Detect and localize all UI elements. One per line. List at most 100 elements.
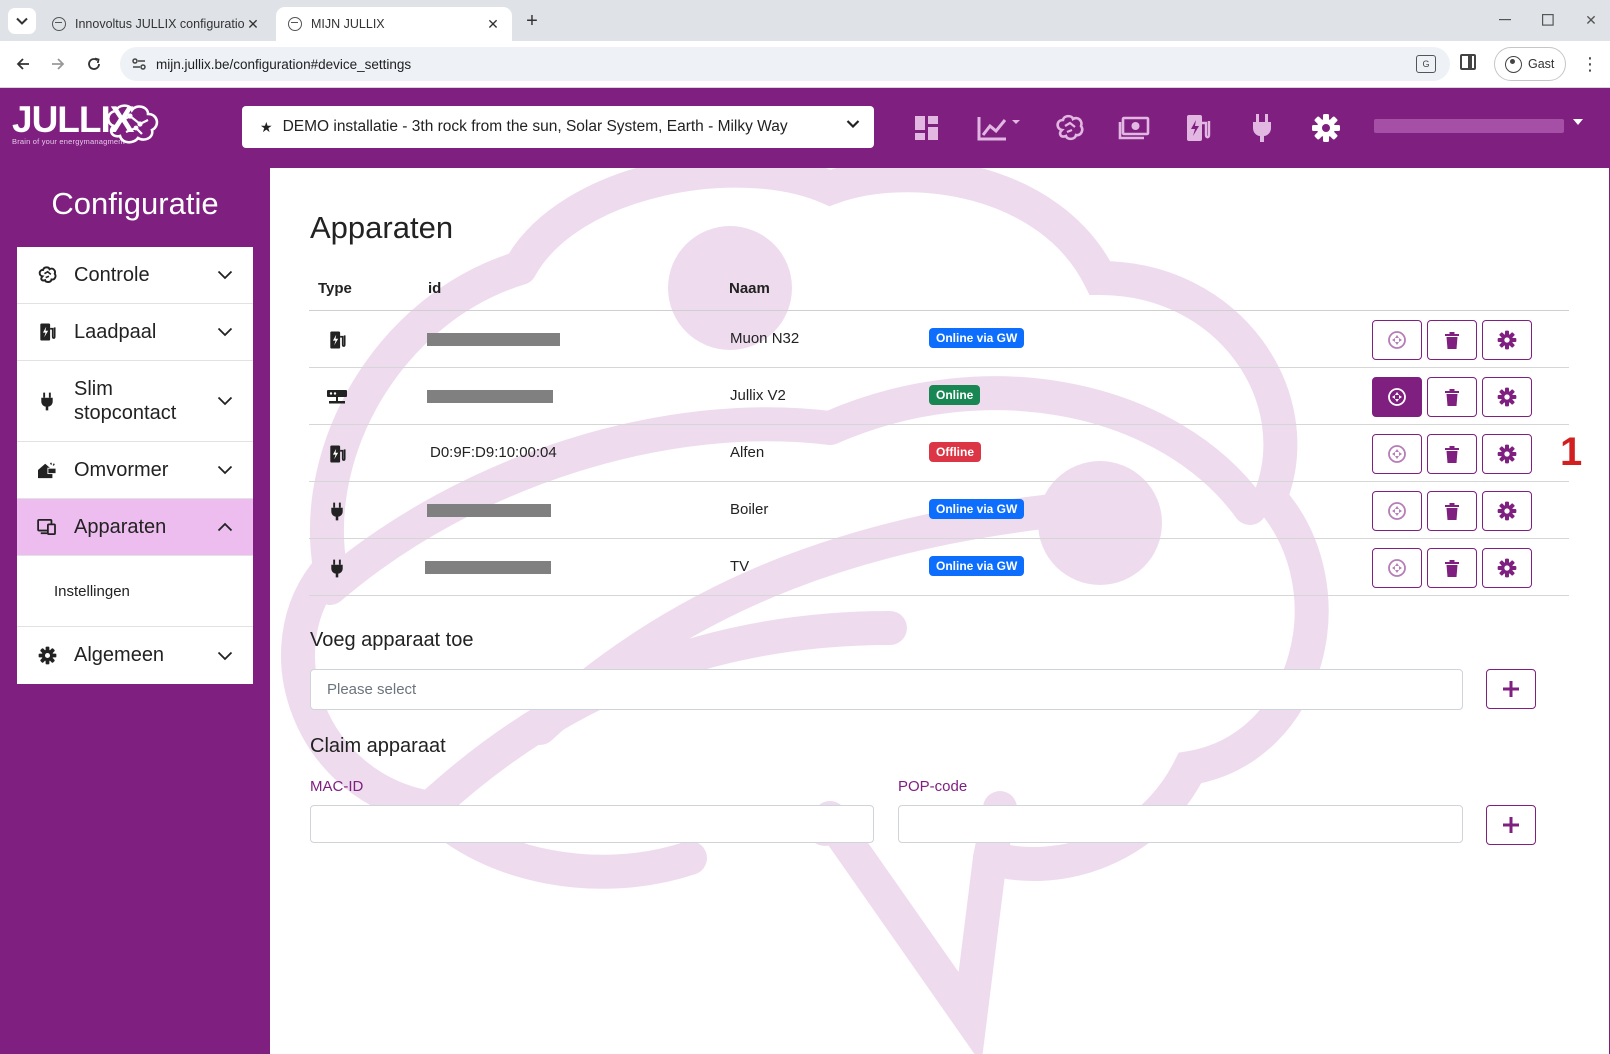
device-settings-button[interactable]: [1482, 548, 1532, 588]
site-settings-icon[interactable]: [131, 56, 147, 72]
locate-device-button[interactable]: [1372, 320, 1422, 360]
sidebar-item-label: Slim stopcontact: [74, 378, 177, 424]
delete-device-button[interactable]: [1427, 377, 1477, 417]
device-settings-button[interactable]: [1482, 320, 1532, 360]
sidebar-item-algemeen[interactable]: Algemeen: [17, 627, 253, 684]
sidebar-item-laadpaal[interactable]: Laadpaal: [17, 304, 253, 361]
charging-station-icon: [327, 330, 347, 350]
forward-button[interactable]: [44, 50, 72, 78]
profile-button[interactable]: Gast: [1494, 47, 1566, 81]
sidebar-item-controle[interactable]: Controle: [17, 247, 253, 304]
solar-home-icon: [37, 460, 57, 480]
device-settings-button[interactable]: [1482, 434, 1532, 474]
address-bar[interactable]: mijn.jullix.be/configuration#device_sett…: [120, 47, 1450, 81]
new-tab-button[interactable]: +: [520, 9, 544, 33]
select-placeholder: Please select: [327, 681, 417, 698]
dashboard-icon[interactable]: [907, 108, 947, 148]
brain-icon: [37, 265, 57, 285]
chevron-down-icon: [217, 327, 233, 337]
sidebar-item-label: Algemeen: [74, 644, 165, 666]
sidebar-item-label: Apparaten: [74, 515, 167, 538]
chevron-up-icon: [217, 522, 233, 532]
crosshair-icon: [1388, 502, 1406, 520]
table-row: D0:9F:D9:10:00:04 Alfen Offline: [309, 425, 1569, 482]
brain-icon[interactable]: [1049, 108, 1089, 148]
mac-id-field[interactable]: [310, 805, 874, 843]
device-settings-button[interactable]: [1482, 377, 1532, 417]
sidebar-item-label: Controle: [74, 263, 150, 286]
delete-device-button[interactable]: [1427, 320, 1477, 360]
charging-station-icon[interactable]: [1178, 108, 1218, 148]
close-tab-icon[interactable]: ✕: [244, 15, 262, 33]
annotation-marker: 1: [1560, 430, 1583, 474]
close-tab-icon[interactable]: ✕: [484, 15, 502, 33]
browser-toolbar: mijn.jullix.be/configuration#device_sett…: [0, 41, 1610, 88]
chevron-down-icon: [217, 651, 233, 660]
chevron-down-icon: [217, 270, 233, 280]
close-window-icon[interactable]: ✕: [1570, 8, 1610, 32]
trash-icon: [1445, 388, 1459, 406]
money-icon[interactable]: [1114, 108, 1154, 148]
chart-icon: [977, 117, 1020, 141]
plug-icon[interactable]: [1242, 108, 1282, 148]
device-name: Jullix V2: [730, 387, 786, 404]
profile-label: Gast: [1528, 57, 1555, 71]
locate-device-button[interactable]: [1372, 548, 1422, 588]
locate-device-button[interactable]: [1372, 377, 1422, 417]
device-name: Muon N32: [730, 330, 800, 347]
minimize-icon[interactable]: [1484, 8, 1526, 32]
column-header-type: Type: [318, 280, 352, 297]
maximize-icon[interactable]: [1527, 8, 1569, 32]
browser-menu-icon[interactable]: ⋮: [1578, 53, 1602, 75]
back-button[interactable]: [9, 50, 37, 78]
delete-device-button[interactable]: [1427, 548, 1477, 588]
trash-icon: [1445, 559, 1459, 577]
delete-device-button[interactable]: [1427, 491, 1477, 531]
star-icon: ★: [260, 118, 273, 135]
add-device-button[interactable]: [1486, 669, 1536, 709]
table-row: TV Online via GW: [309, 539, 1569, 596]
chevron-down-icon: [217, 465, 233, 475]
status-badge: Online via GW: [929, 499, 1025, 519]
claim-device-button[interactable]: [1486, 805, 1536, 845]
pop-code-field[interactable]: [898, 805, 1463, 843]
reload-button[interactable]: [80, 50, 108, 78]
device-type-select[interactable]: Please select: [310, 669, 1463, 710]
gear-icon: [37, 646, 57, 666]
globe-icon: [288, 17, 302, 31]
plug-icon: [327, 558, 347, 578]
gear-icon[interactable]: [1306, 108, 1346, 148]
tab-search-button[interactable]: [8, 8, 36, 34]
installation-select[interactable]: ★ DEMO installatie - 3th rock from the s…: [242, 106, 874, 148]
device-settings-button[interactable]: [1482, 491, 1532, 531]
gateway-icon: [327, 387, 347, 407]
sidebar-item-omvormer[interactable]: Omvormer: [17, 442, 253, 499]
crosshair-icon: [1388, 559, 1406, 577]
browser-tab-active[interactable]: MIJN JULLIX ✕: [276, 7, 512, 41]
translate-icon[interactable]: G: [1416, 55, 1436, 73]
trash-icon: [1445, 331, 1459, 349]
column-header-id: id: [428, 280, 442, 297]
sidebar-item-apparaten[interactable]: Apparaten: [17, 499, 253, 556]
table-row: Jullix V2 Online: [309, 368, 1569, 425]
status-badge: Online via GW: [929, 556, 1025, 576]
locate-device-button[interactable]: [1372, 434, 1422, 474]
mac-id-label: MAC-ID: [310, 778, 364, 795]
delete-device-button[interactable]: [1427, 434, 1477, 474]
main-content: Apparaten Type id Naam Muon N32 Online v…: [270, 168, 1610, 1054]
caret-down-icon[interactable]: [1573, 119, 1583, 125]
browser-tab[interactable]: Innovoltus JULLIX configuration ✕: [40, 7, 272, 41]
device-name: Alfen: [730, 444, 765, 461]
chart-dropdown[interactable]: [973, 108, 1025, 148]
side-panel-icon[interactable]: [1460, 54, 1476, 70]
device-name: Boiler: [730, 501, 769, 518]
tab-title: MIJN JULLIX: [311, 17, 385, 31]
sidebar-subitem-instellingen[interactable]: Instellingen: [17, 556, 253, 627]
crosshair-icon: [1388, 445, 1406, 463]
locate-device-button[interactable]: [1372, 491, 1422, 531]
jullix-logo[interactable]: JULLIX Brain of your energymanagment: [12, 100, 172, 152]
device-id: D0:9F:D9:10:00:04: [430, 444, 557, 461]
user-menu-redacted[interactable]: [1374, 119, 1564, 133]
installation-name: DEMO installatie - 3th rock from the sun…: [282, 118, 788, 135]
sidebar-item-slim-stopcontact[interactable]: Slim stopcontact: [17, 361, 253, 442]
